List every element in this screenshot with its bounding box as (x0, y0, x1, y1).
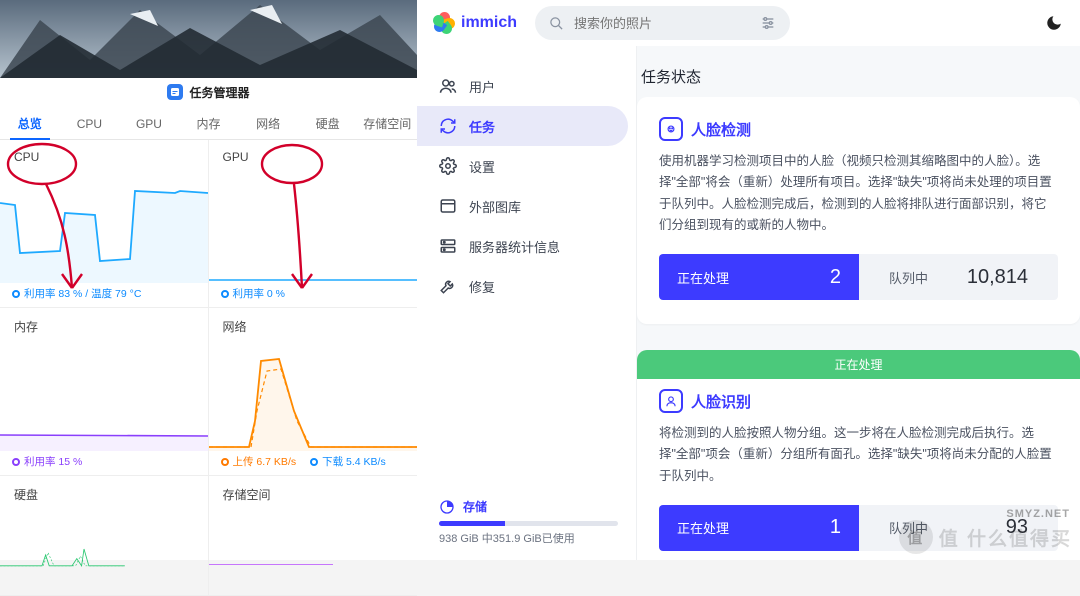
immich-topbar: immich (417, 0, 1080, 46)
disk-card[interactable]: 硬盘 (0, 476, 209, 596)
sidebar-item-users[interactable]: 用户 (417, 66, 628, 106)
disk-graph (0, 531, 125, 591)
storage-bar (439, 521, 618, 526)
network-card-title: 网络 (223, 318, 406, 335)
tab-disk[interactable]: 硬盘 (298, 108, 358, 139)
job-queue-count: 10,814 (967, 266, 1028, 289)
sidebar-item-jobs[interactable]: 任务 (417, 106, 628, 146)
sidebar-item-settings[interactable]: 设置 (417, 146, 628, 186)
face-detect-icon (659, 117, 683, 141)
gpu-card[interactable]: GPU 利用率 0 % (209, 140, 418, 308)
network-card[interactable]: 网络 上传 6.7 KB/s 下载 5.4 KB/s (209, 308, 418, 476)
immich-logo-text: immich (461, 14, 517, 32)
gear-icon (439, 157, 457, 175)
sidebar-item-label: 服务器统计信息 (469, 237, 560, 256)
job-active-count: 1 (830, 516, 841, 539)
job-progress-bar: 正在处理 1 队列中 93 (659, 505, 1058, 551)
sidebar-item-label: 外部图库 (469, 197, 521, 216)
wrench-icon (439, 277, 457, 295)
job-card-face-detection: 人脸检测 使用机器学习检测项目中的人脸（视频只检测其缩略图中的人脸）。选择"全部… (637, 97, 1080, 324)
job-description: 将检测到的人脸按照人物分组。这一步将在人脸检测完成后执行。选择"全部"项会（重新… (659, 423, 1058, 487)
task-manager-title-text: 任务管理器 (189, 84, 249, 101)
sidebar-item-repair[interactable]: 修复 (417, 266, 628, 306)
storage-label: 存储 (463, 498, 487, 515)
job-queue-label: 队列中 (889, 268, 928, 287)
cpu-legend: 利用率 83 % / 温度 79 °C (12, 286, 196, 301)
search-input[interactable] (574, 16, 750, 31)
task-manager-banner (0, 0, 417, 78)
job-title: 人脸检测 (691, 119, 751, 140)
storage-widget: 存储 938 GiB 中351.9 GiB已使用 (439, 498, 618, 546)
page-title: 任务状态 (637, 46, 1080, 97)
search-icon (549, 16, 564, 31)
sidebar-item-external-library[interactable]: 外部图库 (417, 186, 628, 226)
tab-cpu[interactable]: CPU (60, 108, 120, 139)
immich-sidebar: 用户 任务 设置 外部图库 服务器统计信息 修复 存储 93 (417, 46, 637, 560)
network-legend: 上传 6.7 KB/s 下载 5.4 KB/s (221, 454, 406, 469)
server-icon (439, 237, 457, 255)
job-description: 使用机器学习检测项目中的人脸（视频只检测其缩略图中的人脸）。选择"全部"将会（重… (659, 151, 1058, 236)
task-manager-tabs: 总览 CPU GPU 内存 网络 硬盘 存储空间 (0, 108, 417, 140)
library-icon (439, 197, 457, 215)
cpu-card-title: CPU (14, 150, 196, 164)
face-recog-icon (659, 389, 683, 413)
watermark-smyz: SMYZ.NET (1006, 508, 1070, 520)
immich-main: 任务状态 人脸检测 使用机器学习检测项目中的人脸（视频只检测其缩略图中的人脸）。… (637, 46, 1080, 560)
storage-card-title: 存储空间 (223, 486, 406, 503)
processing-banner: 正在处理 (637, 350, 1080, 379)
immich-logo-mark (433, 12, 455, 34)
cpu-card[interactable]: CPU 利用率 83 % / 温度 79 °C (0, 140, 209, 308)
storage-card[interactable]: 存储空间 (209, 476, 418, 596)
dark-mode-icon[interactable] (1044, 13, 1064, 33)
task-manager-grid: CPU 利用率 83 % / 温度 79 °C GPU 利用率 0 % 内存 (0, 140, 417, 596)
storage-text: 938 GiB 中351.9 GiB已使用 (439, 530, 618, 546)
gpu-legend: 利用率 0 % (221, 286, 406, 301)
gpu-card-title: GPU (223, 150, 406, 164)
tab-gpu[interactable]: GPU (119, 108, 179, 139)
tab-network[interactable]: 网络 (238, 108, 298, 139)
pie-icon (439, 499, 455, 515)
tab-overview[interactable]: 总览 (0, 108, 60, 139)
tab-memory[interactable]: 内存 (179, 108, 239, 139)
job-queue-label: 队列中 (889, 518, 928, 537)
task-manager-panel: 任务管理器 总览 CPU GPU 内存 网络 硬盘 存储空间 CPU 利用率 8… (0, 0, 417, 560)
immich-panel: immich 用户 任务 设置 外部图库 服务器统 (417, 0, 1080, 560)
users-icon (439, 77, 457, 95)
sliders-icon[interactable] (760, 15, 776, 31)
tab-storage[interactable]: 存储空间 (357, 108, 417, 139)
job-card-face-recognition: 人脸识别 将检测到的人脸按照人物分组。这一步将在人脸检测完成后执行。选择"全部"… (637, 369, 1080, 560)
memory-card[interactable]: 内存 利用率 15 % (0, 308, 209, 476)
task-manager-icon (167, 84, 183, 100)
job-active-label: 正在处理 (677, 268, 729, 287)
sidebar-item-label: 任务 (469, 117, 495, 136)
refresh-icon (439, 117, 457, 135)
gpu-graph (209, 183, 417, 283)
sidebar-item-server-stats[interactable]: 服务器统计信息 (417, 226, 628, 266)
sidebar-item-label: 设置 (469, 157, 495, 176)
sidebar-item-label: 用户 (469, 77, 495, 96)
memory-legend: 利用率 15 % (12, 454, 196, 469)
job-active-count: 2 (830, 266, 841, 289)
search-box[interactable] (535, 6, 790, 40)
cpu-graph (0, 183, 208, 283)
storage-graph (209, 531, 334, 591)
memory-card-title: 内存 (14, 318, 196, 335)
job-title: 人脸识别 (691, 391, 751, 412)
sidebar-item-label: 修复 (469, 277, 495, 296)
job-active-label: 正在处理 (677, 518, 729, 537)
job-progress-bar: 正在处理 2 队列中 10,814 (659, 254, 1058, 300)
task-manager-title: 任务管理器 (0, 80, 417, 104)
network-graph (209, 351, 417, 451)
immich-logo[interactable]: immich (433, 12, 517, 34)
disk-card-title: 硬盘 (14, 486, 196, 503)
memory-graph (0, 351, 208, 451)
